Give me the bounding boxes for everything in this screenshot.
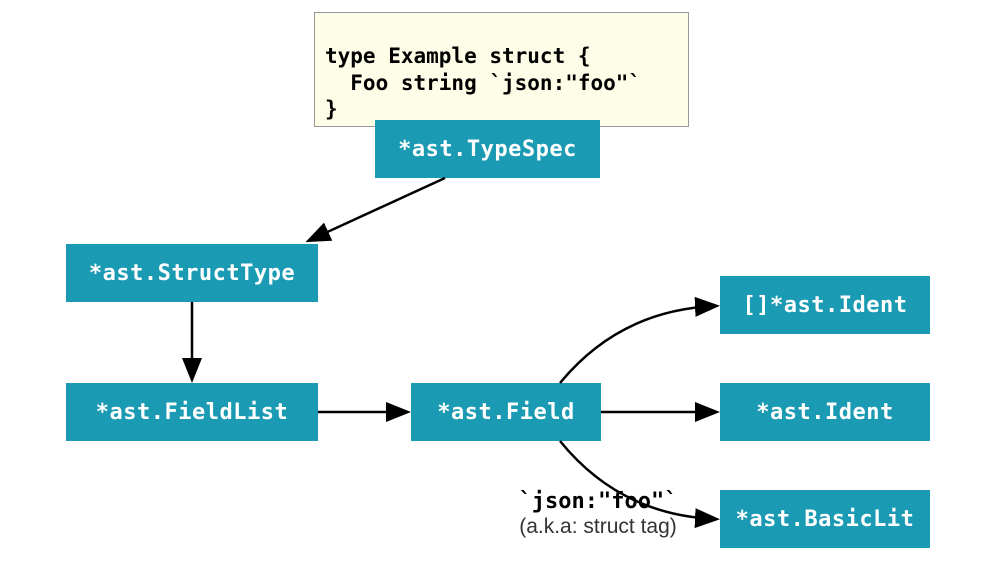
- code-line-3: }: [325, 97, 338, 121]
- node-structtype-label: *ast.StructType: [89, 261, 295, 286]
- node-fieldlist: *ast.FieldList: [66, 383, 318, 441]
- arrow-typespec-structtype: [310, 178, 445, 240]
- code-line-2: Foo string `json:"foo"`: [325, 71, 641, 95]
- node-ident: *ast.Ident: [720, 383, 930, 441]
- code-block: type Example struct { Foo string `json:"…: [314, 12, 689, 127]
- node-fieldlist-label: *ast.FieldList: [96, 400, 288, 425]
- node-structtype: *ast.StructType: [66, 244, 318, 302]
- arrow-field-identslice: [560, 306, 715, 383]
- node-ident-label: *ast.Ident: [756, 400, 893, 425]
- node-field: *ast.Field: [411, 383, 601, 441]
- node-typespec-label: *ast.TypeSpec: [398, 137, 577, 162]
- code-line-1: type Example struct {: [325, 44, 591, 68]
- node-ident-slice-label: []*ast.Ident: [743, 293, 908, 318]
- annotation-subtitle: (a.k.a: struct tag): [498, 515, 698, 539]
- node-ident-slice: []*ast.Ident: [720, 276, 930, 334]
- annotation-tag: `json:"foo"`: [498, 489, 698, 514]
- node-field-label: *ast.Field: [437, 400, 574, 425]
- node-typespec: *ast.TypeSpec: [375, 120, 600, 178]
- node-basiclit-label: *ast.BasicLit: [736, 507, 915, 532]
- node-basiclit: *ast.BasicLit: [720, 490, 930, 548]
